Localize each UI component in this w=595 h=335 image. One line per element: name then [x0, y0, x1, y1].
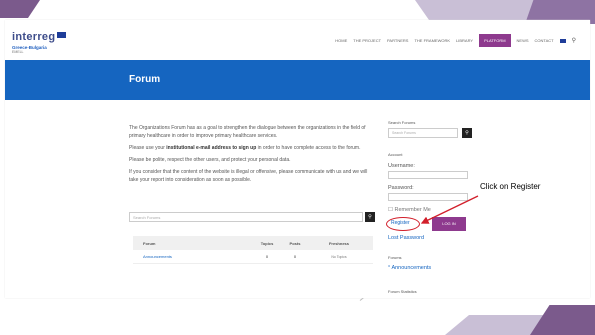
annotation-arrow — [420, 195, 479, 224]
